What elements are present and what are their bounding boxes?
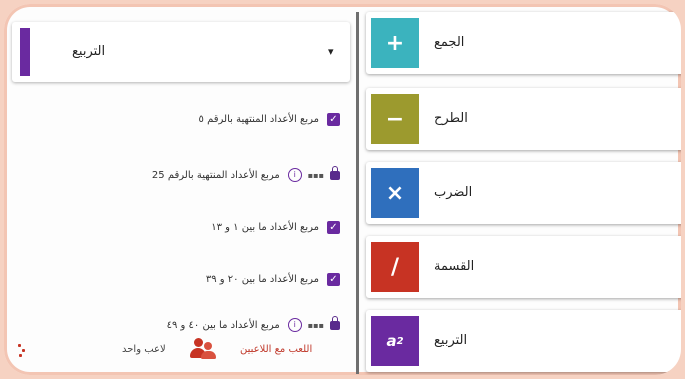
checkbox-icon[interactable]: ✓ [327,272,340,286]
list-item-label: مربع الأعداد ما بين ١ و ١٣ [211,221,319,233]
category-dropdown[interactable]: التربيع ▾ [12,22,350,82]
operation-multiply[interactable]: × الضرب [366,162,681,224]
level-icon: ▪▪▪ [307,320,324,330]
operation-add[interactable]: + الجمع [366,12,681,74]
panel-divider [356,12,359,374]
list-item[interactable]: مربع الأعداد المنتهية بالرقم 25 i ▪▪▪ [24,162,354,188]
square-icon: a2 [371,316,419,366]
operation-square[interactable]: a2 التربيع [366,310,681,372]
list-item[interactable]: مربع الأعداد المنتهية بالرقم ٥ ✓ [24,106,354,132]
level-icon: ▪▪▪ [307,170,324,180]
operation-label: التربيع [434,333,468,348]
divide-icon: / [371,242,419,292]
operation-label: القسمة [434,259,475,274]
operation-label: الجمع [434,35,465,50]
info-icon[interactable]: i [287,168,302,182]
minus-icon: − [371,94,419,144]
operation-label: الطرح [434,111,468,126]
times-icon: × [371,168,419,218]
chevron-down-icon[interactable]: ▾ [328,22,334,82]
dropdown-selected-label: التربيع [72,44,106,59]
info-icon[interactable]: i [287,318,302,332]
list-item[interactable]: مربع الأعداد ما بين ١ و ١٣ ✓ [24,214,354,240]
list-item-label: مربع الأعداد ما بين ٢٠ و ٣٩ [205,273,319,285]
operation-subtract[interactable]: − الطرح [366,88,681,150]
list-item-label: مربع الأعداد المنتهية بالرقم 25 [151,169,280,181]
players-icon[interactable] [190,338,216,360]
operation-label: الضرب [434,185,473,200]
checkbox-icon[interactable]: ✓ [327,112,340,126]
list-item[interactable]: مربع الأعداد ما بين ٢٠ و ٣٩ ✓ [24,266,354,292]
lock-icon [330,315,340,330]
operation-divide[interactable]: / القسمة [366,236,681,298]
plus-icon: + [371,18,419,68]
list-item-label: مربع الأعداد المنتهية بالرقم ٥ [198,113,319,125]
app-window: التربيع ▾ مربع الأعداد المنتهية بالرقم ٥… [4,4,681,375]
checkbox-icon[interactable]: ✓ [327,220,340,234]
list-item[interactable]: مربع الأعداد ما بين ٤٠ و ٤٩ i ▪▪▪ [24,312,354,338]
lock-icon [330,165,340,180]
multiplayer-button[interactable]: اللعب مع اللاعبين [240,344,312,355]
decoration-icon [18,344,28,358]
single-player-button[interactable]: لاعب واحد [122,344,166,355]
dropdown-accent [20,28,30,76]
list-item-label: مربع الأعداد ما بين ٤٠ و ٤٩ [166,319,280,331]
